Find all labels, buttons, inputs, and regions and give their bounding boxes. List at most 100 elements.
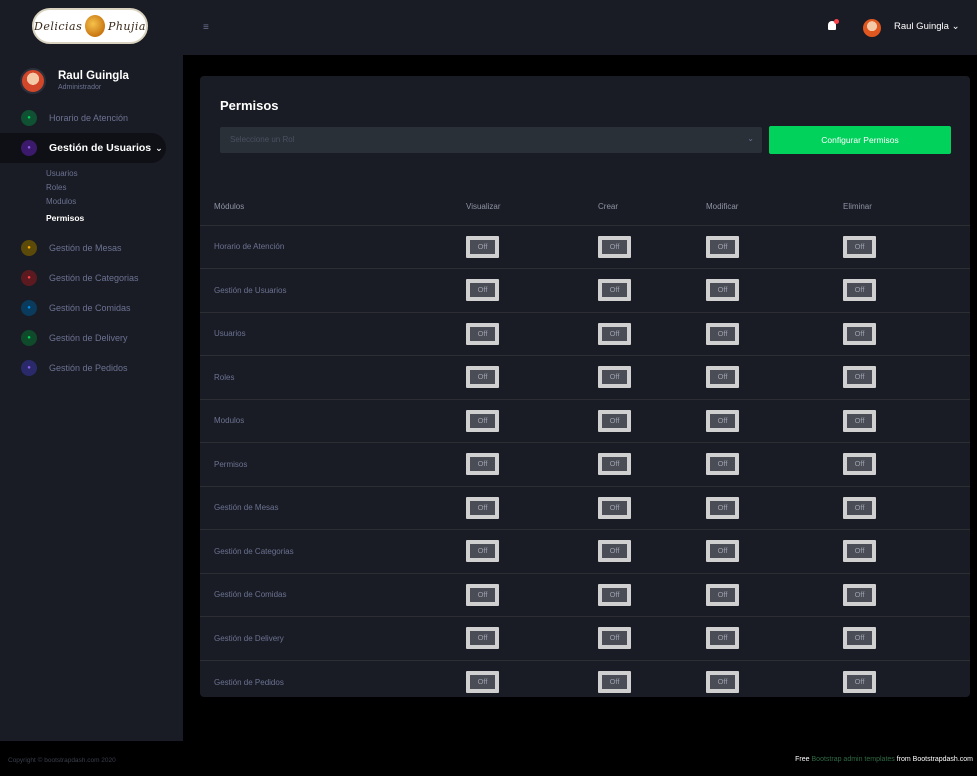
permission-toggle[interactable]: Off <box>598 453 631 476</box>
permission-toggle[interactable]: Off <box>706 540 739 563</box>
permission-toggle[interactable]: Off <box>466 671 499 693</box>
sidebar: Delicias Phujia Raul Guingla Administrad… <box>0 0 183 741</box>
role-select[interactable]: Seleccione un Rol ⌄ <box>220 127 762 153</box>
permission-toggle[interactable]: Off <box>466 627 499 650</box>
food-icon: ● <box>21 300 37 316</box>
permission-toggle[interactable]: Off <box>843 235 876 258</box>
permission-toggle[interactable]: Off <box>466 540 499 563</box>
toggle-cell: Off <box>841 225 970 269</box>
permission-toggle[interactable]: Off <box>706 453 739 476</box>
permission-toggle[interactable]: Off <box>706 279 739 302</box>
permission-toggle[interactable]: Off <box>598 627 631 650</box>
toggle-cell: Off <box>593 529 705 574</box>
submenu-item-usuarios[interactable]: Usuarios <box>46 167 183 181</box>
permission-toggle[interactable]: Off <box>706 366 739 389</box>
sidebar-nav: ● Horario de Atención ● Gestión de Usuarios… <box>0 103 183 383</box>
permission-toggle[interactable]: Off <box>843 453 876 476</box>
navbar-user-menu[interactable]: Raul Guingla ⌄ <box>894 21 960 32</box>
footer-templates-link[interactable]: Bootstrap admin templates <box>812 756 895 763</box>
toggle-cell: Off <box>841 573 970 617</box>
permission-toggle[interactable]: Off <box>843 627 876 650</box>
toggle-cell: Off <box>453 399 593 443</box>
permission-toggle[interactable]: Off <box>706 583 739 606</box>
permission-toggle[interactable]: Off <box>466 235 499 258</box>
permission-toggle[interactable]: Off <box>466 583 499 606</box>
permission-toggle[interactable]: Off <box>598 583 631 606</box>
permission-toggle[interactable]: Off <box>706 235 739 258</box>
permission-toggle[interactable]: Off <box>466 322 499 345</box>
permission-toggle[interactable]: Off <box>466 279 499 302</box>
sidebar-item-label: Gestión de Comidas <box>49 303 131 313</box>
chevron-down-icon: ⌄ <box>747 134 754 143</box>
permission-toggle[interactable]: Off <box>598 279 631 302</box>
permission-toggle[interactable]: Off <box>843 583 876 606</box>
permission-toggle[interactable]: Off <box>706 496 739 519</box>
sidebar-item-label: Gestión de Categorias <box>49 273 139 283</box>
configure-permissions-button[interactable]: Configurar Permisos <box>769 126 951 154</box>
permission-toggle[interactable]: Off <box>706 627 739 650</box>
toggle-cell: Off <box>593 442 705 487</box>
footer: Copyright © bootstrapdash.com 2020 Free … <box>0 741 977 776</box>
table-row: Gestión de Pedidos Off Off Off Off <box>200 660 970 704</box>
footer-copyright: Copyright © bootstrapdash.com 2020 <box>8 757 116 764</box>
sidebar-item-gesti-n-de-comidas[interactable]: ● Gestión de Comidas <box>0 293 183 323</box>
permission-toggle[interactable]: Off <box>466 366 499 389</box>
permission-toggle[interactable]: Off <box>843 366 876 389</box>
permissions-table: Módulos Visualizar Crear Modificar Eliminar … <box>200 188 970 704</box>
sidebar-item-gesti-n-de-delivery[interactable]: ● Gestión de Delivery <box>0 323 183 353</box>
sidebar-item-label: Gestión de Mesas <box>49 243 122 253</box>
column-header: Crear <box>593 188 705 226</box>
permission-toggle[interactable]: Off <box>598 366 631 389</box>
brand-logo[interactable]: Delicias Phujia <box>32 8 148 44</box>
permission-toggle[interactable]: Off <box>466 409 499 432</box>
toggle-cell: Off <box>593 225 705 269</box>
toggle-cell: Off <box>705 486 841 530</box>
sidebar-item-gesti-n-de-pedidos[interactable]: ● Gestión de Pedidos <box>0 353 183 383</box>
sidebar-item-horario-de-atenci-n[interactable]: ● Horario de Atención <box>0 103 183 133</box>
toggle-cell: Off <box>705 660 841 704</box>
permission-toggle[interactable]: Off <box>598 671 631 693</box>
permission-toggle[interactable]: Off <box>843 496 876 519</box>
permission-toggle[interactable]: Off <box>466 453 499 476</box>
bell-icon[interactable] <box>827 19 839 32</box>
role-select-placeholder: Seleccione un Rol <box>230 135 295 144</box>
sidebar-item-gesti-n-de-mesas[interactable]: ● Gestión de Mesas <box>0 233 183 263</box>
delivery-icon: ● <box>21 330 37 346</box>
sidebar-item-label: Gestión de Delivery <box>49 333 128 343</box>
submenu-item-modulos[interactable]: Modulos <box>46 195 183 209</box>
permission-toggle[interactable]: Off <box>706 322 739 345</box>
toggle-cell: Off <box>453 486 593 530</box>
permission-toggle[interactable]: Off <box>466 496 499 519</box>
toggle-cell: Off <box>841 355 970 400</box>
column-header: Eliminar <box>841 188 970 226</box>
toggle-cell: Off <box>841 268 970 313</box>
clock-icon: ● <box>21 110 37 126</box>
permission-toggle[interactable]: Off <box>843 540 876 563</box>
table-body: Horario de Atención Off Off Off Off Gestión d… <box>200 225 970 704</box>
sidebar-item-gesti-n-de-categorias[interactable]: ● Gestión de Categorias <box>0 263 183 293</box>
toggle-cell: Off <box>841 616 970 661</box>
permission-toggle[interactable]: Off <box>598 235 631 258</box>
toggle-cell: Off <box>453 268 593 313</box>
permission-toggle[interactable]: Off <box>706 409 739 432</box>
toggle-cell: Off <box>841 442 970 487</box>
permission-toggle[interactable]: Off <box>598 409 631 432</box>
permission-toggle[interactable]: Off <box>843 322 876 345</box>
brand: Delicias Phujia <box>0 0 183 52</box>
submenu-item-permisos[interactable]: Permisos <box>46 211 183 225</box>
menu-toggle-icon[interactable]: ≡ <box>203 22 209 33</box>
navbar-avatar[interactable] <box>863 19 881 37</box>
logo-text: Delicias <box>34 19 83 33</box>
permission-toggle[interactable]: Off <box>843 279 876 302</box>
submenu-item-roles[interactable]: Roles <box>46 181 183 195</box>
permission-toggle[interactable]: Off <box>843 409 876 432</box>
permission-toggle[interactable]: Off <box>598 322 631 345</box>
top-navbar: ≡ Raul Guingla ⌄ <box>183 0 977 55</box>
orders-icon: ● <box>21 360 37 376</box>
permission-toggle[interactable]: Off <box>598 496 631 519</box>
sidebar-item-gesti-n-de-usuarios[interactable]: ● Gestión de Usuarios ⌄ <box>0 133 166 163</box>
toggle-cell: Off <box>593 312 705 356</box>
permission-toggle[interactable]: Off <box>706 671 739 693</box>
permission-toggle[interactable]: Off <box>598 540 631 563</box>
permission-toggle[interactable]: Off <box>843 671 876 693</box>
